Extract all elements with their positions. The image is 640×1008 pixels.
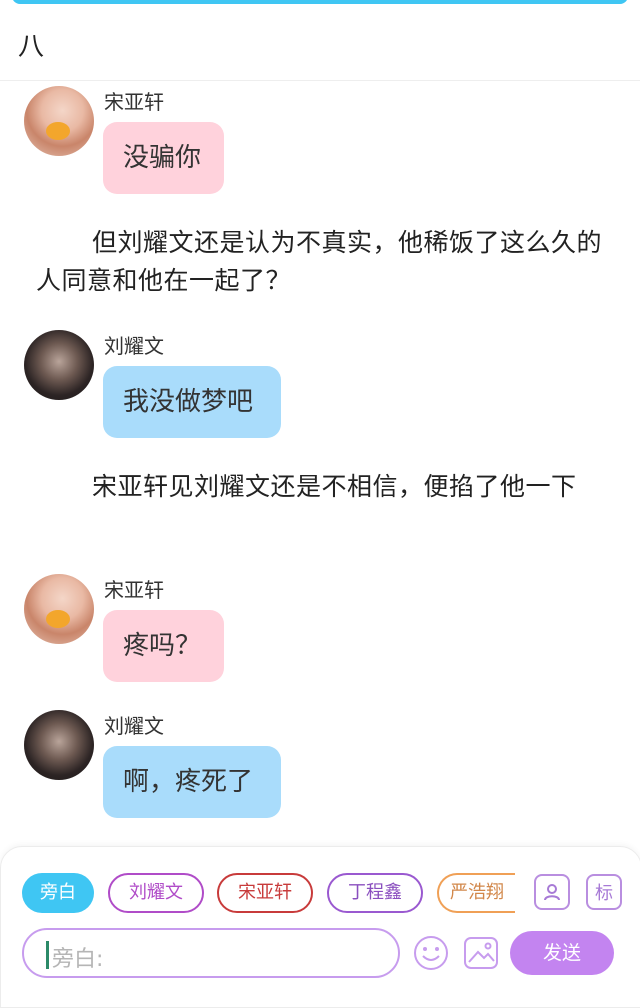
- avatar[interactable]: [24, 574, 94, 644]
- person-card-icon: [544, 884, 560, 901]
- text-caret: [46, 941, 49, 969]
- avatar[interactable]: [24, 330, 94, 400]
- input-placeholder: 旁白:: [52, 947, 104, 972]
- top-accent-bar: [12, 0, 628, 4]
- header-divider: [0, 80, 640, 81]
- narration-text: 宋亚轩见刘耀文还是不相信，便掐了他一下: [92, 472, 577, 501]
- emoji-icon[interactable]: [412, 934, 450, 972]
- role-chip-narrator[interactable]: 旁白: [22, 873, 94, 913]
- narration-text: 但刘耀文还是认为不真实，他稀饭了这么久的人同意和他在一起了？: [36, 228, 603, 295]
- message-input[interactable]: 旁白:: [22, 928, 400, 978]
- speaker-name: 宋亚轩: [104, 578, 164, 602]
- send-button[interactable]: 发送: [510, 931, 614, 975]
- image-icon[interactable]: [462, 934, 500, 972]
- chat-bubble[interactable]: 啊，疼死了: [103, 746, 281, 818]
- speaker-name: 刘耀文: [104, 334, 164, 358]
- speaker-name: 宋亚轩: [104, 90, 164, 114]
- avatar[interactable]: [24, 710, 94, 780]
- chat-bubble[interactable]: 我没做梦吧: [103, 366, 281, 438]
- composer-panel: [0, 846, 640, 1008]
- role-chip-yan-haoxiang[interactable]: 严浩翔: [437, 873, 515, 913]
- chapter-title: 八: [18, 32, 45, 62]
- add-character-icon[interactable]: [534, 874, 570, 910]
- role-chip-song-yaxuan[interactable]: 宋亚轩: [217, 873, 313, 913]
- role-chip-ding-chengxin[interactable]: 丁程鑫: [327, 873, 423, 913]
- speaker-name: 刘耀文: [104, 714, 164, 738]
- avatar[interactable]: [24, 86, 94, 156]
- role-chip-liu-yaowen[interactable]: 刘耀文: [108, 873, 204, 913]
- chat-bubble[interactable]: 疼吗？: [103, 610, 224, 682]
- chat-bubble[interactable]: 没骗你: [103, 122, 224, 194]
- mark-button[interactable]: 标: [586, 874, 622, 910]
